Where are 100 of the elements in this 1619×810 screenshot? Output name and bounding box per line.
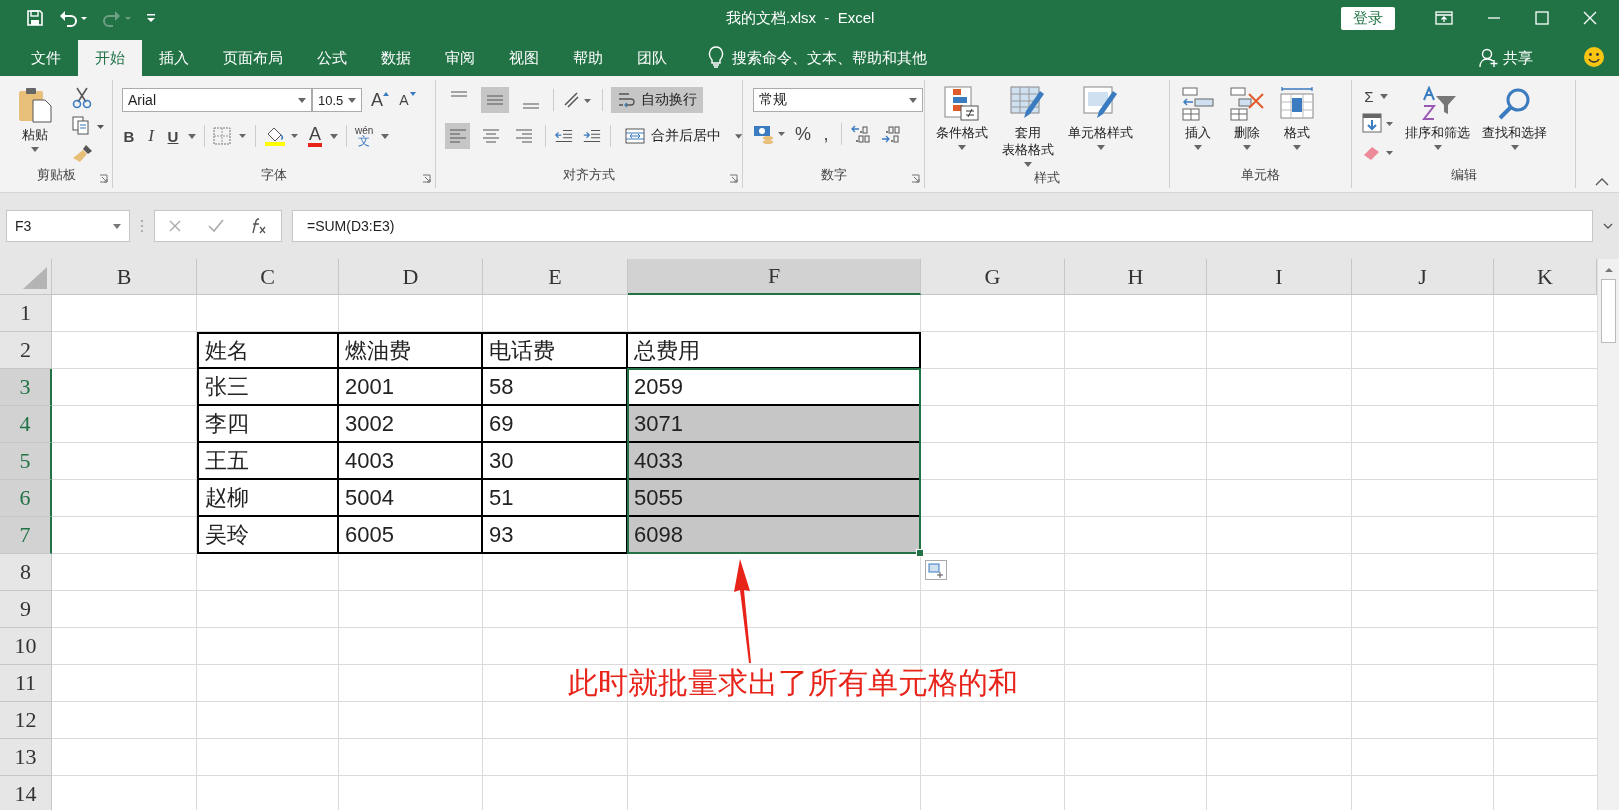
ribbon-tab[interactable]: 数据 (364, 40, 428, 76)
style-button[interactable]: 单元格样式 (1063, 84, 1138, 169)
dropdown-caret-icon[interactable] (1243, 145, 1251, 150)
dropdown-caret-icon[interactable] (330, 133, 338, 139)
fill-down-icon[interactable] (1362, 113, 1394, 134)
ribbon-tab[interactable]: 页面布局 (206, 40, 300, 76)
orientation-icon[interactable] (562, 90, 594, 110)
dropdown-caret-icon[interactable] (1433, 145, 1442, 150)
table-cell[interactable]: 3071 (628, 406, 921, 443)
table-cell[interactable]: 5055 (628, 480, 921, 517)
dropdown-caret-icon[interactable] (1293, 145, 1301, 150)
table-cell[interactable]: 58 (483, 369, 628, 406)
table-cell[interactable]: 张三 (197, 369, 339, 406)
decrease-indent-icon[interactable] (554, 127, 574, 145)
currency-icon[interactable] (753, 123, 787, 145)
cells-button[interactable]: 删除 (1224, 84, 1270, 166)
dialog-launcher-icon[interactable] (422, 174, 431, 183)
enter-check-icon[interactable] (208, 219, 224, 233)
cells-button[interactable]: 格式 (1274, 84, 1320, 166)
dialog-launcher-icon[interactable] (99, 174, 108, 183)
dialog-launcher-icon[interactable] (729, 174, 738, 183)
increase-indent-icon[interactable] (581, 127, 602, 145)
table-cell[interactable]: 电话费 (483, 332, 628, 369)
row-header[interactable]: 11 (0, 665, 52, 702)
ribbon-display-icon[interactable] (1435, 11, 1453, 25)
dropdown-caret-icon[interactable] (113, 223, 121, 229)
wrap-text-button[interactable]: 自动换行 (611, 87, 703, 113)
ribbon-tab[interactable]: 团队 (620, 40, 684, 76)
ribbon-tab[interactable]: 审阅 (428, 40, 492, 76)
percent-button[interactable]: % (795, 123, 811, 145)
maximize-icon[interactable] (1535, 11, 1549, 25)
ribbon-tab[interactable]: 公式 (300, 40, 364, 76)
dropdown-caret-icon[interactable] (1510, 145, 1519, 150)
insert-function-icon[interactable] (250, 218, 268, 234)
comma-style-button[interactable]: , (819, 123, 833, 145)
table-cell[interactable]: 总费用 (628, 332, 921, 369)
dropdown-caret-icon[interactable] (348, 97, 356, 103)
undo-icon[interactable] (58, 9, 88, 27)
ribbon-tab[interactable]: 插入 (142, 40, 206, 76)
row-header[interactable]: 10 (0, 628, 52, 665)
dropdown-caret-icon[interactable] (734, 133, 742, 139)
expand-caret-icon[interactable] (1603, 223, 1613, 229)
dropdown-caret-icon[interactable] (31, 147, 39, 152)
fill-color-icon[interactable] (264, 125, 300, 147)
name-box[interactable]: F3 (6, 210, 130, 242)
increase-decimal-icon[interactable] (850, 124, 872, 144)
copy-icon[interactable] (72, 116, 106, 136)
font-color-button[interactable]: A (308, 125, 322, 147)
vertical-scrollbar[interactable] (1597, 259, 1619, 810)
dropdown-caret-icon[interactable] (381, 133, 390, 139)
font-size-field[interactable]: 10.5 (312, 88, 362, 112)
sign-in-button[interactable]: 登录 (1341, 6, 1395, 30)
table-cell[interactable]: 吴玲 (197, 517, 339, 554)
merge-center-button[interactable]: 合并后居中 (618, 123, 727, 149)
row-header[interactable]: 12 (0, 702, 52, 739)
fill-handle[interactable] (916, 549, 924, 557)
number-format-field[interactable]: 常规 (753, 88, 923, 112)
close-icon[interactable] (1583, 11, 1597, 25)
format-painter-icon[interactable] (72, 142, 94, 163)
scroll-thumb[interactable] (1601, 279, 1616, 343)
italic-button[interactable]: I (144, 126, 158, 146)
underline-button[interactable]: U (166, 127, 180, 145)
row-header[interactable]: 6 (0, 480, 52, 517)
dialog-launcher-icon[interactable] (911, 174, 920, 183)
column-header[interactable]: K (1494, 259, 1597, 295)
style-button[interactable]: 套用 表格格式 (997, 84, 1059, 169)
table-cell[interactable]: 燃油费 (339, 332, 483, 369)
table-cell[interactable]: 4003 (339, 443, 483, 480)
table-cell[interactable]: 赵柳 (197, 480, 339, 517)
table-cell[interactable]: 王五 (197, 443, 339, 480)
row-header[interactable]: 8 (0, 554, 52, 591)
collapse-ribbon-icon[interactable] (1595, 178, 1609, 186)
phonetic-button[interactable]: wén 文 (355, 126, 374, 146)
share-button[interactable]: 共享 (1503, 40, 1533, 76)
style-button[interactable]: 条件格式 (931, 84, 993, 169)
customize-caret-icon[interactable] (146, 12, 156, 24)
column-header[interactable]: H (1065, 259, 1207, 295)
row-header[interactable]: 13 (0, 739, 52, 776)
decrease-decimal-icon[interactable] (880, 124, 902, 144)
share-user-icon[interactable] (1479, 48, 1499, 68)
table-cell[interactable]: 2001 (339, 369, 483, 406)
table-cell[interactable]: 李四 (197, 406, 339, 443)
dropdown-caret-icon[interactable] (1380, 94, 1388, 100)
row-header[interactable]: 5 (0, 443, 52, 480)
smiley-icon[interactable] (1583, 46, 1605, 68)
formula-field[interactable]: =SUM(D3:E3) (292, 210, 1593, 242)
row-header[interactable]: 1 (0, 295, 52, 332)
ribbon-tab[interactable]: 帮助 (556, 40, 620, 76)
table-cell[interactable]: 93 (483, 517, 628, 554)
row-header[interactable]: 3 (0, 369, 52, 406)
dropdown-caret-icon[interactable] (1024, 162, 1032, 167)
dropdown-caret-icon[interactable] (188, 133, 196, 139)
decrease-font-button[interactable]: A (397, 92, 411, 108)
dropdown-caret-icon[interactable] (909, 97, 917, 103)
find-select-button[interactable]: 查找和选择 (1477, 84, 1552, 166)
paste-button[interactable]: 粘贴 (12, 84, 58, 166)
sort-filter-button[interactable]: 排序和筛选 (1400, 84, 1475, 166)
cells-button[interactable]: 插入 (1176, 84, 1220, 166)
column-header[interactable]: I (1207, 259, 1352, 295)
column-header[interactable]: J (1352, 259, 1494, 295)
